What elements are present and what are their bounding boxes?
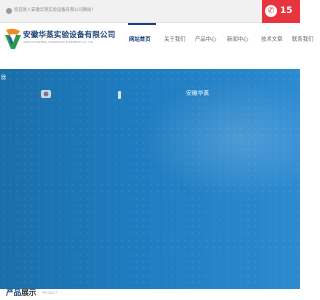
nav-item-contact[interactable]: 联系我们	[292, 36, 314, 44]
site-header: 安徽华蒸实验设备有限公司 ANHUI HUAZHENG LABORATORY E…	[0, 23, 314, 69]
product-title-part2: 展示	[21, 288, 37, 297]
banner-brand-text: 安徽华蒸	[186, 91, 210, 97]
info-icon	[6, 8, 12, 14]
product-section-title-en: PRODUCT	[42, 291, 58, 295]
nav-item-home[interactable]: 网站首页	[129, 36, 151, 44]
nav-item-news[interactable]: 新闻中心	[227, 36, 249, 44]
company-name[interactable]: 安徽华蒸实验设备有限公司	[23, 30, 115, 39]
phone-icon: ✆	[265, 5, 277, 17]
product-section: 产品展示 PRODUCT	[0, 288, 300, 300]
nav-item-products[interactable]: 产品中心	[195, 36, 217, 44]
product-section-title: 产品展示	[6, 288, 36, 298]
company-logo-icon[interactable]	[3, 27, 23, 51]
nav-item-articles[interactable]: 技术文章	[261, 36, 283, 44]
phone-hotline[interactable]: ✆ 15	[262, 0, 300, 23]
hero-banner[interactable]: 器 安徽华蒸	[0, 69, 300, 289]
nav-active-indicator	[128, 23, 156, 25]
nav-item-about[interactable]: 关于我们	[164, 36, 186, 44]
instrument-stand	[118, 91, 121, 99]
lab-instrument-icon	[41, 90, 51, 98]
welcome-text: 欢迎进入安徽华蒸实验设备有限公司网站!	[14, 8, 94, 13]
phone-number: 15	[280, 6, 293, 16]
top-bar: 欢迎进入安徽华蒸实验设备有限公司网站! ✆ 15	[0, 0, 300, 23]
product-title-part1: 产品	[6, 288, 22, 297]
banner-edge-text: 器	[1, 75, 7, 81]
company-name-en: ANHUI HUAZHENG LABORATORY EQUIPMENT CO.,…	[23, 41, 93, 44]
